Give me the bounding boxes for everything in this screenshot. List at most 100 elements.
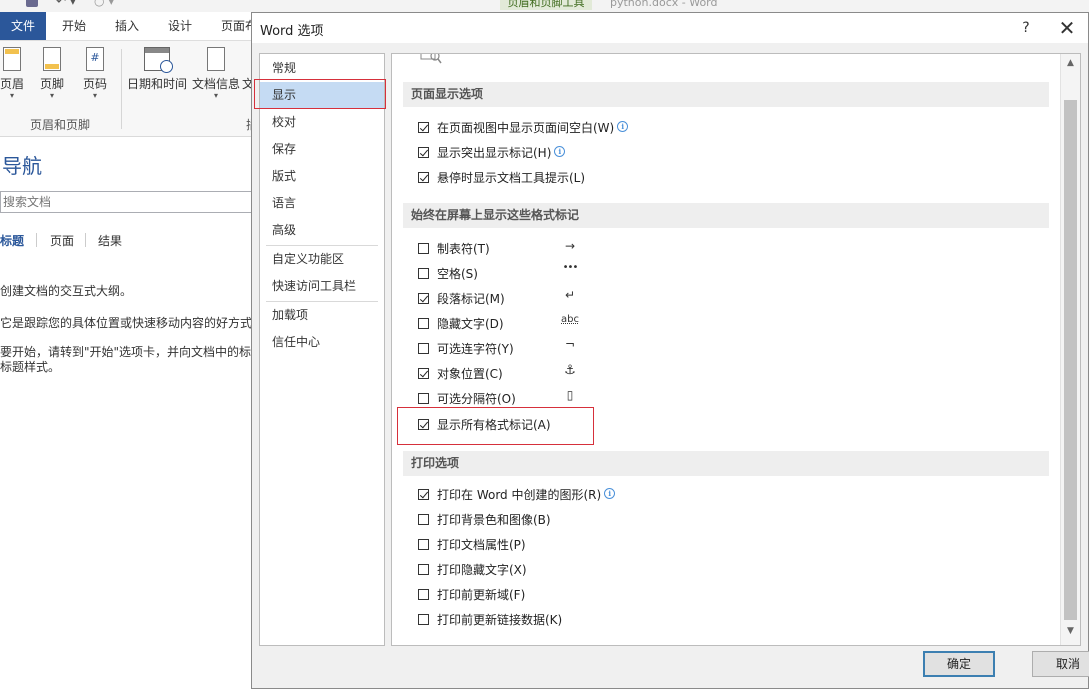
category-language[interactable]: 语言 [260, 190, 384, 217]
scroll-up-icon[interactable]: ▲ [1061, 58, 1080, 72]
chevron-down-icon: ▾ [213, 91, 218, 100]
redo-icon[interactable]: ○ ▾ [94, 0, 114, 8]
ok-button[interactable]: 确定 [923, 651, 995, 677]
category-proofing[interactable]: 校对 [260, 109, 384, 136]
space-mark-symbol: ••• [562, 262, 579, 273]
options-scrollbar[interactable]: ▲ ▼ [1060, 54, 1080, 645]
option-show-highlighter-marks[interactable]: 显示突出显示标记(H) i [418, 144, 566, 162]
category-customize-ribbon[interactable]: 自定义功能区 [260, 246, 384, 273]
section-header-page-display: 页面显示选项 [403, 82, 1049, 107]
nav-pane-title: 导航 [2, 154, 42, 178]
nav-tab-headings[interactable]: 标题 [0, 232, 24, 249]
checkbox-unchecked[interactable] [418, 539, 429, 550]
option-show-white-space[interactable]: 在页面视图中显示页面间空白(W) i [418, 119, 629, 137]
tab-insert[interactable]: 插入 [115, 12, 139, 40]
tab-file[interactable]: 文件 [0, 12, 46, 40]
chevron-down-icon: ▾ [9, 91, 14, 100]
footer-button[interactable]: 页脚 ▾ [30, 47, 74, 100]
category-advanced[interactable]: 高级 [260, 217, 384, 244]
paragraph-mark-symbol: ↵ [564, 288, 576, 302]
checkbox-unchecked[interactable] [418, 343, 429, 354]
option-update-fields[interactable]: 打印前更新域(F) [418, 586, 525, 604]
dialog-title-bar: Word 选项 ? ✕ [252, 13, 1088, 43]
checkbox-unchecked[interactable] [418, 393, 429, 404]
section-header-format-marks: 始终在屏幕上显示这些格式标记 [403, 203, 1049, 228]
calendar-clock-icon [144, 47, 173, 73]
tab-design[interactable]: 设计 [168, 12, 192, 40]
undo-icon[interactable]: ↶ ▾ [56, 0, 76, 8]
category-add-ins[interactable]: 加载项 [260, 302, 384, 329]
footer-icon [43, 47, 61, 71]
section-header-print: 打印选项 [403, 451, 1049, 476]
document-title: python.docx - Word [610, 0, 718, 9]
checkbox-checked[interactable] [418, 368, 429, 379]
nav-tab-results[interactable]: 结果 [98, 232, 122, 249]
option-optional-hyphens[interactable]: 可选连字符(Y) [418, 340, 514, 358]
document-info-icon [207, 47, 225, 71]
tab-home[interactable]: 开始 [62, 12, 86, 40]
document-info-button[interactable]: 文档信息 ▾ [190, 47, 242, 100]
category-general[interactable]: 常规 [260, 55, 384, 82]
option-spaces[interactable]: 空格(S) [418, 265, 478, 283]
scroll-thumb[interactable] [1064, 100, 1077, 620]
option-print-background[interactable]: 打印背景色和图像(B) [418, 511, 551, 529]
save-icon[interactable] [26, 0, 38, 7]
context-tab-header-footer-tools[interactable]: 页眉和页脚工具 [500, 0, 592, 10]
option-hidden-text[interactable]: 隐藏文字(D) [418, 315, 504, 333]
checkbox-unchecked[interactable] [418, 243, 429, 254]
option-paragraph-marks[interactable]: 段落标记(M) [418, 290, 505, 308]
optional-break-symbol: ▯ [566, 388, 574, 402]
tab-mark-symbol: → [564, 239, 576, 253]
checkbox-unchecked[interactable] [418, 589, 429, 600]
date-time-button[interactable]: 日期和时间 [127, 47, 187, 92]
nav-help-text: 标题样式。 [0, 360, 61, 374]
nav-tab-pages[interactable]: 页面 [50, 232, 74, 249]
header-button[interactable]: 页眉 ▾ [0, 47, 34, 100]
option-optional-breaks[interactable]: 可选分隔符(O) [418, 390, 516, 408]
hidden-text-symbol: abc [561, 314, 579, 325]
chevron-down-icon: ▾ [92, 91, 97, 100]
checkbox-checked[interactable] [418, 147, 429, 158]
checkbox-unchecked[interactable] [418, 564, 429, 575]
info-icon[interactable]: i [554, 146, 566, 157]
group-divider [121, 49, 122, 129]
category-save[interactable]: 保存 [260, 136, 384, 163]
nav-help-text: 它是跟踪您的具体位置或快速移动内容的好方式 [0, 316, 252, 330]
close-icon[interactable]: ✕ [1052, 16, 1082, 40]
checkbox-unchecked[interactable] [418, 318, 429, 329]
checkbox-checked[interactable] [418, 122, 429, 133]
option-update-linked-data[interactable]: 打印前更新链接数据(K) [418, 611, 562, 629]
dialog-title: Word 选项 [260, 24, 324, 39]
annotation-highlight-display-category [254, 79, 386, 109]
option-object-anchors[interactable]: 对象位置(C) [418, 365, 503, 383]
anchor-icon: ⚓ [564, 363, 576, 378]
help-button[interactable]: ? [1012, 17, 1040, 39]
nav-tab-divider [36, 233, 37, 247]
header-icon [3, 47, 21, 71]
checkbox-unchecked[interactable] [418, 614, 429, 625]
checkbox-unchecked[interactable] [418, 514, 429, 525]
info-icon[interactable]: i [617, 121, 629, 132]
option-print-document-properties[interactable]: 打印文档属性(P) [418, 536, 526, 554]
category-quick-access-toolbar[interactable]: 快速访问工具栏 [260, 273, 384, 300]
word-title-bar: ↶ ▾ ○ ▾ 页眉和页脚工具 python.docx - Word [0, 0, 1089, 12]
checkbox-unchecked[interactable] [418, 268, 429, 279]
group-label-header-footer: 页眉和页脚 [29, 118, 90, 132]
nav-tab-divider [85, 233, 86, 247]
category-typography[interactable]: 版式 [260, 163, 384, 190]
option-print-drawings[interactable]: 打印在 Word 中创建的图形(R) i [418, 486, 616, 504]
option-print-hidden-text[interactable]: 打印隐藏文字(X) [418, 561, 527, 579]
checkbox-checked[interactable] [418, 489, 429, 500]
info-icon[interactable]: i [604, 488, 616, 499]
option-tab-characters[interactable]: 制表符(T) [418, 240, 490, 258]
scroll-down-icon[interactable]: ▼ [1061, 626, 1080, 640]
nav-help-text: 创建文档的交互式大纲。 [0, 284, 133, 298]
option-show-document-tooltips[interactable]: 悬停时显示文档工具提示(L) [418, 169, 585, 187]
checkbox-checked[interactable] [418, 293, 429, 304]
page-number-button[interactable]: # 页码 ▾ [73, 47, 117, 100]
checkbox-checked[interactable] [418, 172, 429, 183]
cancel-button[interactable]: 取消 [1032, 651, 1089, 677]
category-trust-center[interactable]: 信任中心 [260, 329, 384, 356]
nav-search-input[interactable] [0, 191, 252, 213]
word-options-dialog: Word 选项 ? ✕ 常规 显示 校对 保存 版式 语言 高级 自定义功能区 … [251, 12, 1089, 689]
